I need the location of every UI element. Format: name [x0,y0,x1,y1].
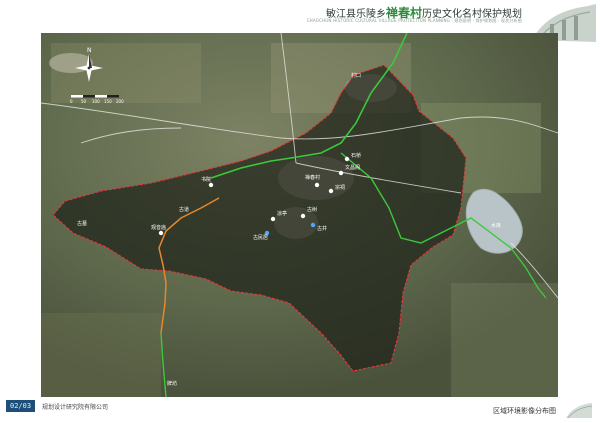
poi-marker[interactable] [310,222,316,228]
map-label: 水库 [491,222,501,229]
map-label: 古树 [307,206,317,213]
page-subtitle: CHAOCHUN HISTORIC CULTURAL VILLAGE PROTE… [306,18,522,23]
compass-label: N [87,47,92,54]
map-canvas: 禅春村 宗祠 古树 古井 古民居 书院 文昌阁 观音庙 凉亭 石桥 古道 水库 … [41,33,558,397]
map-label: 宗祠 [335,184,345,191]
scale-label: 50 [81,99,87,104]
page-code-badge: 02/03 [6,400,36,412]
poi-marker[interactable] [338,170,344,176]
map-label: 牌坊 [167,380,177,387]
poi-marker[interactable] [208,182,214,188]
organization-name: 规划设计研究院有限公司 [42,404,109,411]
poi-marker[interactable] [328,188,334,194]
poi-marker[interactable] [300,213,306,219]
poi-marker[interactable] [344,156,350,162]
scale-label: 150 [104,99,112,104]
poi-marker[interactable] [270,216,276,222]
footer-logo-icon [566,403,593,419]
map-label: 古井 [317,225,327,232]
map-name: 区域环境影像分布图 [493,407,556,415]
map-label: 文昌阁 [345,164,360,171]
scale-label: 100 [92,99,100,104]
map-label: 古墓 [77,220,87,227]
map-label: 凉亭 [277,210,287,217]
map-label: 村口 [351,72,361,79]
map-label: 古道 [179,206,189,213]
page-header: 敏江县乐陵乡禅春村历史文化名村保护规划 CHAOCHUN HISTORIC CU… [0,0,600,42]
map-label: 石桥 [351,152,361,159]
map-label: 观音庙 [151,224,166,231]
map-label: 书院 [201,176,211,183]
poi-marker[interactable] [314,182,320,188]
poi-marker[interactable] [158,230,164,236]
map-label: 古民居 [253,234,268,241]
satellite-map[interactable]: 禅春村 宗祠 古树 古井 古民居 书院 文昌阁 观音庙 凉亭 石桥 古道 水库 … [41,33,558,397]
page-footer: 02/03 规划设计研究院有限公司 区域环境影像分布图 [0,398,600,423]
scale-label: 200 [116,99,124,104]
map-label: 禅春村 [305,174,320,181]
